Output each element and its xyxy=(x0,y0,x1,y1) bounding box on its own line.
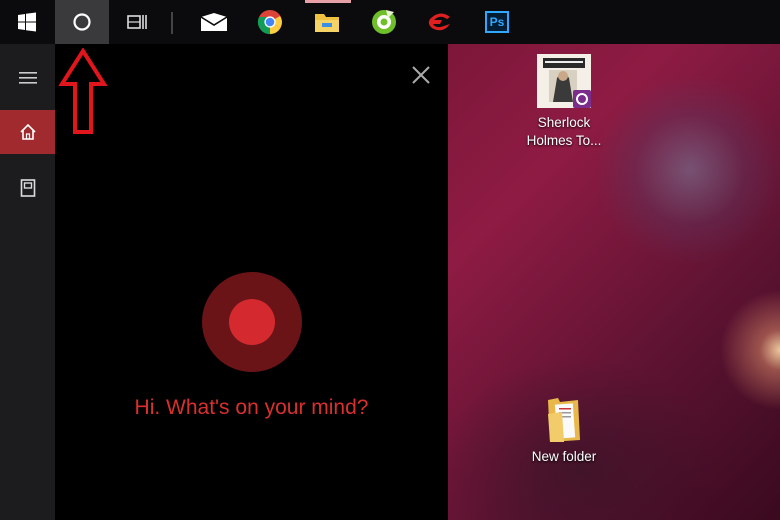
sherlock-game-icon xyxy=(537,54,591,108)
taskbar: Ps xyxy=(0,0,780,44)
cortana-panel: Hi. What's on your mind? xyxy=(55,44,448,520)
notebook-nav-button[interactable] xyxy=(0,166,55,210)
green-app-icon xyxy=(372,10,396,34)
photoshop-icon: Ps xyxy=(485,11,509,33)
taskbar-separator xyxy=(171,12,173,34)
notebook-icon xyxy=(20,179,35,197)
hamburger-menu-button[interactable] xyxy=(0,56,55,100)
cortana-nav-rail xyxy=(0,44,55,520)
folder-icon xyxy=(548,398,580,442)
task-view-button[interactable] xyxy=(110,0,164,44)
chrome-icon xyxy=(257,10,282,35)
close-icon[interactable] xyxy=(410,64,432,86)
desktop-icon-label: Holmes To... xyxy=(526,133,602,148)
cortana-listening-button[interactable] xyxy=(202,272,302,372)
file-explorer-icon xyxy=(315,14,339,32)
windows-start-button[interactable] xyxy=(0,0,54,44)
green-app-button[interactable] xyxy=(357,0,411,44)
garena-button[interactable] xyxy=(413,0,467,44)
desktop-icon-label: New folder xyxy=(531,449,597,464)
desktop-icon-sherlock[interactable]: Sherlock Holmes To... xyxy=(514,52,614,150)
hamburger-menu-icon xyxy=(18,72,37,84)
annotation-arrow-icon xyxy=(58,48,108,134)
desktop-icon-label: Sherlock xyxy=(537,115,591,130)
mail-icon xyxy=(200,13,228,31)
garena-icon xyxy=(428,13,450,31)
mail-button[interactable] xyxy=(187,0,241,44)
cortana-search-button[interactable] xyxy=(55,0,109,44)
home-icon xyxy=(19,123,36,140)
cortana-greeting: Hi. What's on your mind? xyxy=(134,396,369,419)
task-view-icon xyxy=(127,15,147,29)
cortana-ring-icon xyxy=(229,299,275,345)
desktop-icon-new-folder[interactable]: New folder xyxy=(514,394,614,466)
photoshop-button[interactable]: Ps xyxy=(470,0,524,44)
windows-start-icon xyxy=(18,12,36,32)
chrome-button[interactable] xyxy=(243,0,297,44)
file-explorer-button[interactable] xyxy=(300,0,354,44)
cortana-search-icon xyxy=(73,13,91,31)
home-nav-button[interactable] xyxy=(0,110,55,154)
